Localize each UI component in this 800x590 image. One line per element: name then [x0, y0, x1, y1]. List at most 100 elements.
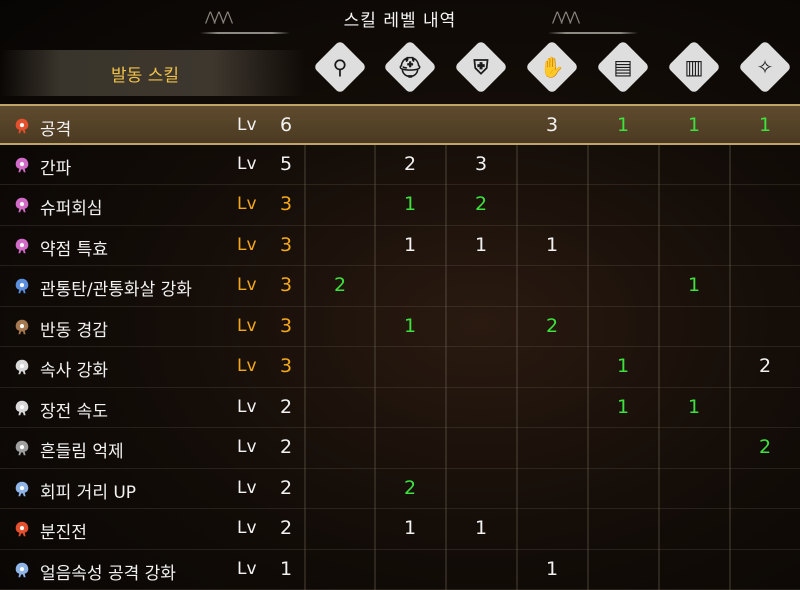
skill-row[interactable]: 간파 Lv 5 2 3 [0, 145, 800, 186]
skill-point-cell: 1 [545, 557, 559, 580]
skill-name: 장전 속도 [40, 401, 108, 422]
chest-icon: ⛨ [454, 40, 508, 94]
skill-row[interactable]: 흔들림 억제 Lv 2 2 [0, 428, 800, 469]
skill-name: 간파 [40, 158, 72, 179]
skill-row[interactable]: 회피 거리 UP Lv 2 2 [0, 469, 800, 510]
skill-level: 3 [280, 193, 293, 215]
skill-level: 2 [280, 395, 293, 418]
skill-level: 3 [280, 355, 293, 377]
skill-point-cell: 1 [616, 355, 630, 377]
skill-level: 5 [280, 152, 293, 175]
title-ornament-line-left [200, 32, 290, 34]
arms-icon: ✋ [525, 40, 579, 94]
skill-point-cell: 2 [758, 355, 772, 377]
level-prefix: Lv [237, 315, 257, 336]
skill-row[interactable]: 공격 Lv 6 3 1 1 1 [0, 104, 800, 145]
level-prefix: Lv [237, 558, 257, 579]
skill-jewel-icon [15, 400, 29, 415]
skill-row[interactable]: 슈퍼회심 Lv 3 1 2 [0, 185, 800, 226]
skill-level: 3 [280, 314, 293, 337]
skill-jewel-icon [15, 359, 29, 375]
charm-icon: ✧ [738, 40, 792, 94]
skill-point-cell: 3 [474, 152, 488, 175]
helm-icon: ⛑ [383, 40, 437, 94]
skill-level: 2 [280, 517, 293, 539]
skill-point-cell: 2 [545, 314, 559, 337]
skill-point-cell: 2 [403, 476, 417, 499]
skill-jewel-icon [15, 319, 29, 334]
level-prefix: Lv [237, 115, 257, 135]
skill-point-cell: 1 [474, 517, 488, 539]
skill-name: 분진전 [40, 523, 87, 543]
waist-icon: ▤ [596, 40, 650, 94]
skill-row[interactable]: 속사 강화 Lv 3 1 2 [0, 347, 800, 388]
skill-point-cell: 1 [545, 233, 559, 256]
skill-row[interactable]: 얼음속성 공격 강화 Lv 1 1 [0, 550, 800, 590]
skill-name: 약점 특효 [40, 239, 108, 260]
skill-row[interactable]: 장전 속도 Lv 2 1 1 [0, 388, 800, 429]
skill-jewel-icon [15, 197, 29, 213]
skill-point-cell: 3 [545, 114, 559, 136]
title-ornament-right: ⋀⋀⋀ [552, 10, 580, 25]
skill-level: 1 [280, 557, 293, 580]
skill-point-cell: 1 [403, 517, 417, 539]
skill-name: 공격 [40, 120, 72, 140]
level-prefix: Lv [237, 275, 257, 295]
level-prefix: Lv [237, 477, 257, 498]
charm-icon-glyph: ✧ [756, 55, 774, 79]
arms-icon-glyph: ✋ [539, 55, 565, 79]
level-prefix: Lv [237, 518, 257, 538]
skill-point-cell: 1 [687, 395, 701, 418]
skill-name: 흔들림 억제 [40, 442, 124, 462]
title-ornament-line-right [548, 32, 638, 34]
skill-row[interactable]: 약점 특효 Lv 3 1 1 1 [0, 226, 800, 267]
page-title: 스킬 레벨 내역 [343, 11, 457, 31]
skill-jewel-icon [15, 238, 29, 253]
legs-icon: ▥ [667, 40, 721, 94]
active-skills-header: 발동 스킬 [0, 50, 305, 96]
weapon-icon-glyph: ⚲ [332, 55, 348, 79]
skill-jewel-icon [15, 481, 29, 496]
skill-point-cell: 1 [403, 193, 417, 215]
skill-point-cell: 2 [333, 274, 347, 296]
waist-icon-glyph: ▤ [613, 55, 633, 79]
skill-jewel-icon [15, 562, 29, 577]
level-prefix: Lv [237, 356, 257, 376]
equipment-icon-row: ⚲ ⛑ ⛨ ✋ ▤ ▥ ✧ [305, 38, 800, 103]
skill-name: 얼음속성 공격 강화 [40, 563, 176, 584]
skill-name: 속사 강화 [40, 361, 108, 381]
skill-point-cell: 2 [758, 436, 772, 458]
skill-jewel-icon [15, 521, 29, 537]
chest-icon-glyph: ⛨ [473, 55, 489, 79]
skill-jewel-icon [15, 440, 29, 456]
skill-name: 반동 경감 [40, 320, 108, 341]
skill-point-cell: 1 [403, 314, 417, 337]
skill-jewel-icon [15, 278, 29, 294]
skill-jewel-icon [15, 118, 29, 134]
skill-point-cell: 2 [403, 152, 417, 175]
level-prefix: Lv [237, 234, 257, 255]
skill-point-cell: 1 [758, 114, 772, 136]
level-prefix: Lv [237, 396, 257, 417]
skill-level: 6 [280, 114, 293, 136]
skill-jewel-icon [15, 157, 29, 172]
skill-table: 공격 Lv 6 3 1 1 1 간파 Lv 5 2 3 슈퍼회심 Lv 3 1 2 약점 특효 Lv 3 1 1 1 관통탄/… [0, 104, 800, 590]
skill-point-cell: 1 [474, 233, 488, 256]
level-prefix: Lv [237, 194, 257, 214]
level-prefix: Lv [237, 437, 257, 457]
skill-row[interactable]: 분진전 Lv 2 1 1 [0, 509, 800, 550]
legs-icon-glyph: ▥ [684, 55, 704, 79]
skill-point-cell: 1 [687, 114, 701, 136]
helm-icon-glyph: ⛑ [397, 55, 423, 79]
skill-level: 3 [280, 233, 293, 256]
skill-point-cell: 1 [403, 233, 417, 256]
skill-row[interactable]: 반동 경감 Lv 3 1 2 [0, 307, 800, 348]
skill-row[interactable]: 관통탄/관통화살 강화 Lv 3 2 1 [0, 266, 800, 307]
skill-point-cell: 1 [616, 395, 630, 418]
skill-point-cell: 1 [687, 274, 701, 296]
active-skills-label: 발동 스킬 [111, 66, 179, 86]
skill-point-cell: 1 [616, 114, 630, 136]
skill-name: 회피 거리 UP [40, 482, 137, 503]
weapon-icon: ⚲ [313, 40, 367, 94]
skill-level: 3 [280, 274, 293, 296]
